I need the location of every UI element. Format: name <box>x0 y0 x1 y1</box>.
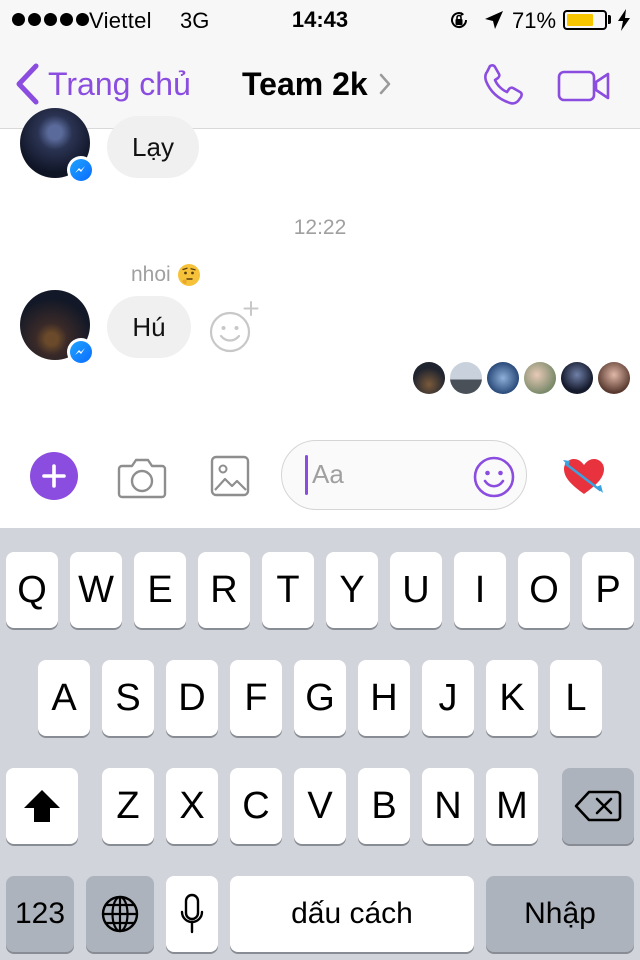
key-p[interactable]: P <box>582 552 634 628</box>
key-j[interactable]: J <box>422 660 474 736</box>
chevron-left-icon <box>16 63 39 105</box>
battery-percent: 71% <box>512 8 557 33</box>
return-key[interactable]: Nhập <box>486 876 634 952</box>
battery-icon <box>563 10 607 30</box>
seen-avatar <box>450 362 482 394</box>
key-o[interactable]: O <box>518 552 570 628</box>
key-f[interactable]: F <box>230 660 282 736</box>
message-composer: Aa <box>0 418 640 528</box>
messenger-badge-icon <box>67 156 95 184</box>
key-y[interactable]: Y <box>326 552 378 628</box>
more-options-button[interactable] <box>30 452 78 500</box>
globe-key[interactable] <box>86 876 154 952</box>
chevron-right-icon <box>379 73 390 95</box>
shift-key[interactable] <box>6 768 78 844</box>
message-bubble[interactable]: Hú <box>107 296 191 358</box>
sender-name: nhoi <box>131 263 171 286</box>
message-timestamp: 12:22 <box>293 216 347 239</box>
backspace-icon <box>574 790 622 822</box>
charging-bolt-icon <box>618 9 630 31</box>
key-r[interactable]: R <box>198 552 250 628</box>
plus-icon <box>42 464 66 488</box>
video-camera-icon[interactable] <box>557 68 611 104</box>
key-c[interactable]: C <box>230 768 282 844</box>
text-cursor <box>305 455 308 495</box>
seen-by-avatars[interactable] <box>413 362 630 394</box>
message-text: Hú <box>132 311 166 342</box>
key-b[interactable]: B <box>358 768 410 844</box>
key-x[interactable]: X <box>166 768 218 844</box>
battery-level-fill <box>567 14 593 26</box>
orientation-lock-icon <box>451 12 468 29</box>
status-bar: Viettel 3G 14:43 71% <box>0 0 640 40</box>
shift-arrow-icon <box>24 790 60 822</box>
key-m[interactable]: M <box>486 768 538 844</box>
space-key[interactable]: dấu cách <box>230 876 474 952</box>
message-input[interactable]: Aa <box>281 440 527 510</box>
page-title: Team 2k <box>242 65 368 102</box>
delete-key[interactable] <box>562 768 634 844</box>
globe-icon <box>101 895 139 933</box>
back-label: Trang chủ <box>48 65 191 102</box>
seen-avatar <box>413 362 445 394</box>
seen-avatar <box>561 362 593 394</box>
location-arrow-icon <box>485 11 503 29</box>
key-a[interactable]: A <box>38 660 90 736</box>
conversation-title-button[interactable]: Team 2k <box>242 62 392 106</box>
back-button[interactable]: Trang chủ <box>14 60 191 108</box>
camera-icon[interactable] <box>116 456 168 500</box>
key-n[interactable]: N <box>422 768 474 844</box>
add-reaction-icon[interactable] <box>206 298 262 354</box>
message-bubble[interactable]: Lạy <box>107 116 199 178</box>
image-icon[interactable] <box>210 454 250 498</box>
seen-avatar <box>487 362 519 394</box>
key-d[interactable]: D <box>166 660 218 736</box>
key-h[interactable]: H <box>358 660 410 736</box>
key-t[interactable]: T <box>262 552 314 628</box>
dictation-key[interactable] <box>166 876 218 952</box>
battery-cap <box>608 15 611 24</box>
numbers-key[interactable]: 123 <box>6 876 74 952</box>
key-v[interactable]: V <box>294 768 346 844</box>
message-placeholder: Aa <box>312 459 344 489</box>
key-l[interactable]: L <box>550 660 602 736</box>
smiley-icon[interactable] <box>472 455 516 499</box>
message-text: Lạy <box>132 131 174 162</box>
sender-name-row: nhoi <box>131 263 201 287</box>
key-u[interactable]: U <box>390 552 442 628</box>
phone-icon[interactable] <box>481 62 527 108</box>
thinking-face-icon <box>177 264 200 286</box>
seen-avatar <box>598 362 630 394</box>
key-g[interactable]: G <box>294 660 346 736</box>
key-q[interactable]: Q <box>6 552 58 628</box>
microphone-icon <box>180 893 204 934</box>
key-k[interactable]: K <box>486 660 538 736</box>
messenger-badge-icon <box>67 338 95 366</box>
keyboard: Q W E R T Y U I O P A S D F G H J K L Z … <box>0 528 640 960</box>
nav-bar: Trang chủ Team 2k <box>0 40 640 128</box>
key-i[interactable]: I <box>454 552 506 628</box>
heart-arrow-icon[interactable] <box>560 454 608 498</box>
key-e[interactable]: E <box>134 552 186 628</box>
key-s[interactable]: S <box>102 660 154 736</box>
key-z[interactable]: Z <box>102 768 154 844</box>
seen-avatar <box>524 362 556 394</box>
key-w[interactable]: W <box>70 552 122 628</box>
